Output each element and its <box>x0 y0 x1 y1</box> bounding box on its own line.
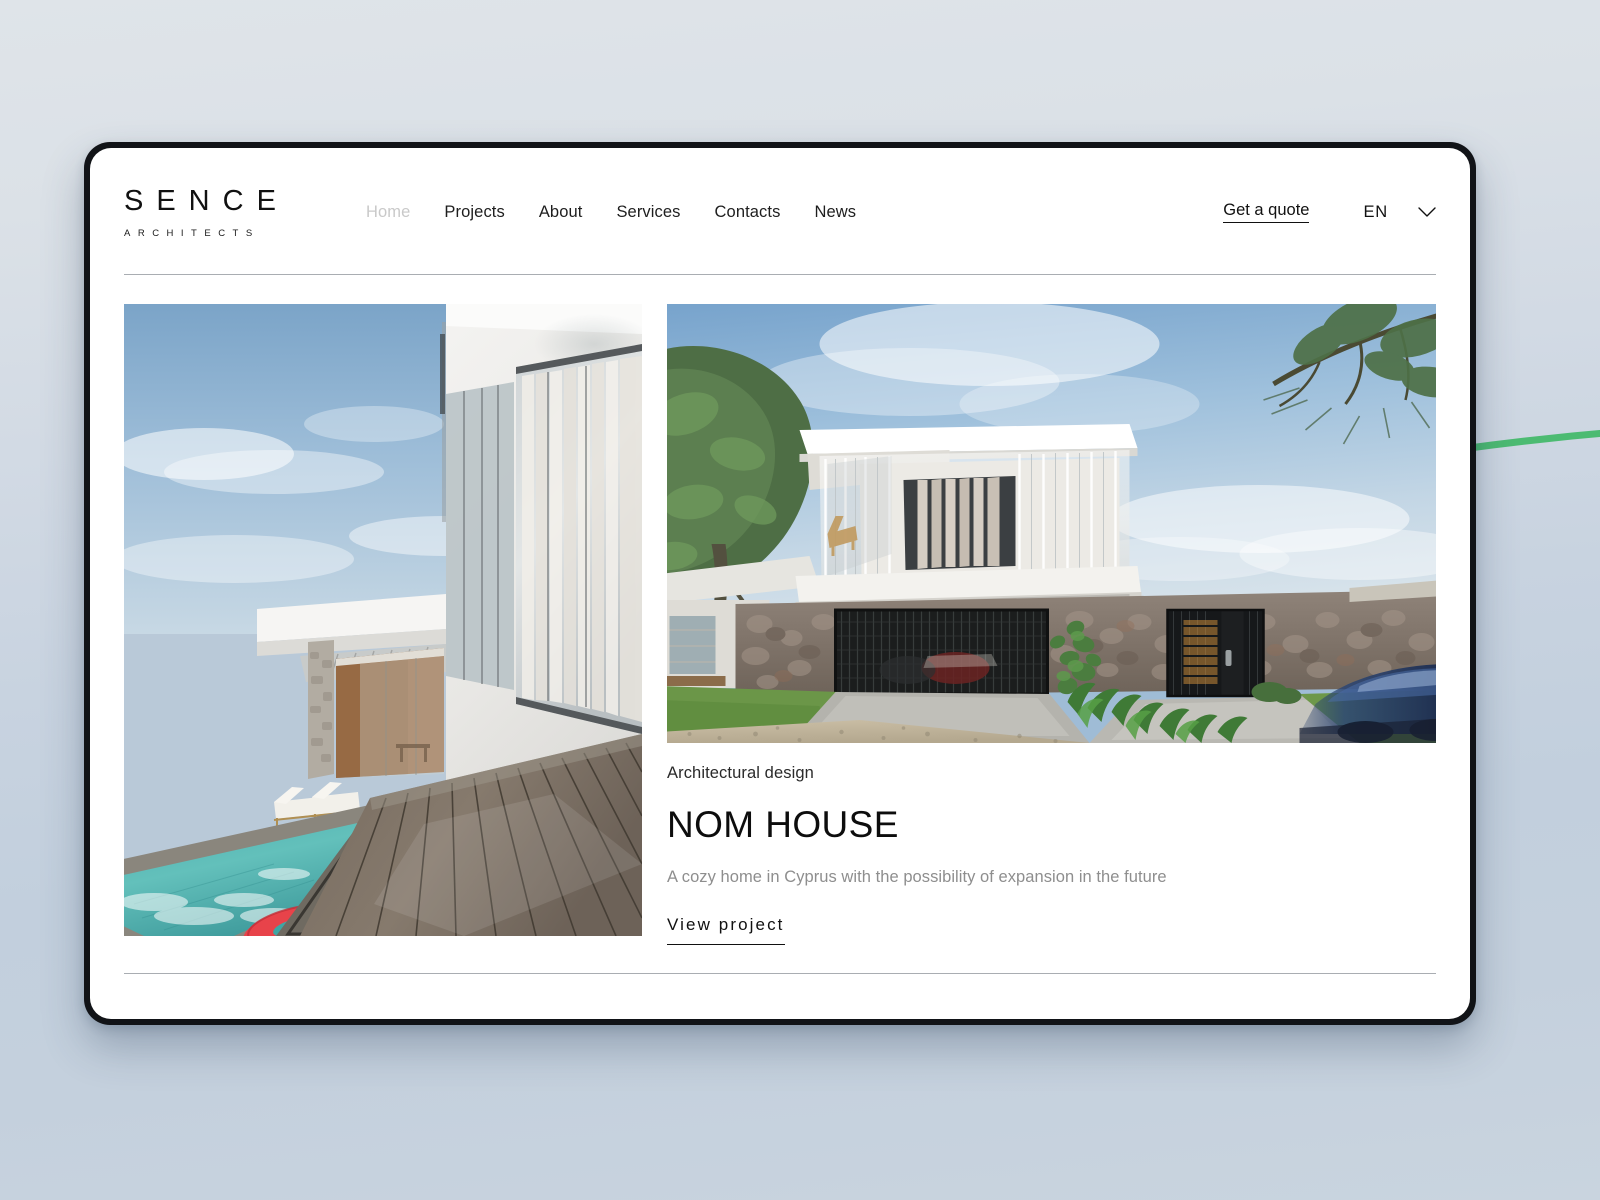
brand-subtitle: ARCHITECTS <box>124 228 260 239</box>
get-a-quote-link[interactable]: Get a quote <box>1223 201 1310 223</box>
nav-item-contacts[interactable]: Contacts <box>715 203 781 222</box>
browser-viewport: SENCE ARCHITECTS Home Projects About Ser… <box>90 148 1470 1019</box>
device-frame: SENCE ARCHITECTS Home Projects About Ser… <box>84 142 1476 1025</box>
nav-item-projects[interactable]: Projects <box>444 203 504 222</box>
nom-house-render <box>667 304 1436 743</box>
project-category: Architectural design <box>667 764 814 782</box>
project-image-hero[interactable] <box>667 304 1436 743</box>
main-content: Architectural design NOM HOUSE A cozy ho… <box>90 275 1470 945</box>
project-image-left[interactable] <box>124 304 642 936</box>
site-header: SENCE ARCHITECTS Home Projects About Ser… <box>90 148 1470 274</box>
page-backdrop: SENCE ARCHITECTS Home Projects About Ser… <box>0 0 1600 1200</box>
view-project-button[interactable]: View project <box>667 915 785 945</box>
brand-wordmark: SENCE <box>124 185 289 217</box>
nav-item-news[interactable]: News <box>814 203 856 222</box>
chevron-down-icon[interactable] <box>1418 206 1436 218</box>
language-switcher[interactable]: EN <box>1363 203 1436 222</box>
brand-logo[interactable]: SENCE ARCHITECTS <box>124 183 314 240</box>
nav-item-about[interactable]: About <box>539 203 583 222</box>
project-meta: Architectural design NOM HOUSE A cozy ho… <box>667 743 1436 945</box>
nav-item-home[interactable]: Home <box>366 203 410 222</box>
project-feature: Architectural design NOM HOUSE A cozy ho… <box>667 304 1436 945</box>
footer-divider <box>124 972 1436 974</box>
header-actions: Get a quote EN <box>1223 199 1436 223</box>
project-title: NOM HOUSE <box>667 804 899 845</box>
language-code: EN <box>1363 202 1388 221</box>
pool-house-render <box>124 304 642 936</box>
project-description: A cozy home in Cyprus with the possibili… <box>667 867 1167 886</box>
nav-item-services[interactable]: Services <box>616 203 680 222</box>
main-nav: Home Projects About Services Contacts Ne… <box>366 201 856 222</box>
